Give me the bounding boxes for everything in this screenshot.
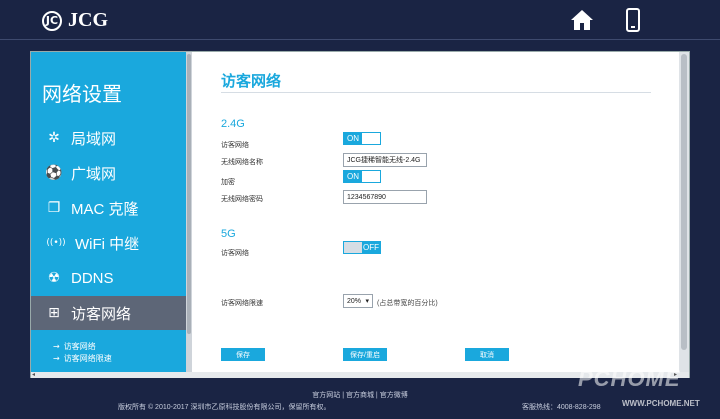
logo-text: JCG	[68, 9, 108, 31]
sidebar: 网络设置 ✲ 局域网 ⚽ 广域网 ❐ MAC 克隆 ((•)) WiFi 中继 …	[31, 52, 186, 372]
mobile-icon[interactable]	[626, 8, 640, 32]
guest-network-label-24: 访客网络	[221, 142, 249, 149]
toggle-knob	[344, 242, 362, 253]
sidebar-item-label: 广域网	[71, 165, 117, 183]
sidebar-item-label: 局域网	[71, 130, 117, 148]
encrypt-label: 加密	[221, 179, 235, 186]
sidebar-item-label: MAC 克隆	[71, 200, 139, 218]
footer-hotline: 客服热线：4008-828-298	[522, 404, 601, 411]
arrow-right-icon: →	[53, 354, 60, 363]
scroll-left-icon[interactable]: ◂	[32, 371, 35, 378]
sidebar-item-wan[interactable]: ⚽ 广域网	[31, 156, 186, 190]
settings-frame: 网络设置 ✲ 局域网 ⚽ 广域网 ❐ MAC 克隆 ((•)) WiFi 中继 …	[30, 51, 690, 378]
sidebar-item-mac-clone[interactable]: ❐ MAC 克隆	[31, 191, 186, 225]
main-scrollbar[interactable]	[679, 52, 689, 372]
main-panel: 访客网络 2.4G 访客网络 ON 无线网络名称 JCG捷稀智能无线-2.4G …	[193, 52, 679, 372]
password-input[interactable]: 1234567890	[343, 190, 427, 204]
section-5g: 5G	[221, 228, 236, 240]
page-title: 访客网络	[221, 73, 282, 90]
speed-limit-hint: (占总带宽的百分比)	[377, 300, 438, 307]
chevron-down-icon: ▾	[365, 298, 369, 305]
mac-clone-icon: ❐	[47, 200, 61, 216]
sidebar-scrollbar[interactable]	[186, 52, 192, 372]
sidebar-item-label: WiFi 中继	[75, 235, 140, 253]
subnav-label: 访客网络限速	[63, 354, 112, 363]
title-divider	[221, 92, 651, 93]
sidebar-item-label: DDNS	[71, 269, 114, 287]
pchome-watermark: PCHOME	[578, 366, 681, 391]
sidebar-title: 网络设置	[42, 84, 122, 106]
section-2-4g: 2.4G	[221, 118, 245, 130]
guest-network-toggle-5g[interactable]: OFF	[343, 241, 381, 254]
pchome-watermark-url: WWW.PCHOME.NET	[622, 399, 700, 408]
speed-limit-label: 访客网络限速	[221, 300, 263, 307]
top-bar: JC JCG	[0, 0, 720, 40]
sidebar-item-guest-network[interactable]: ⊞ 访客网络	[31, 296, 186, 330]
save-restart-button[interactable]: 保存/重启	[343, 348, 387, 361]
scrollbar-thumb[interactable]	[187, 54, 191, 334]
cancel-button[interactable]: 取消	[465, 348, 509, 361]
encrypt-toggle[interactable]: ON	[343, 170, 381, 183]
wifi-relay-icon: ((•))	[46, 238, 66, 248]
sidebar-item-ddns[interactable]: ☢ DDNS	[31, 261, 186, 295]
ssid-label: 无线网络名称	[221, 159, 263, 166]
logo-mark-icon: JC	[42, 10, 62, 31]
home-icon[interactable]	[570, 9, 594, 31]
speed-limit-select[interactable]: 20% ▾	[343, 294, 373, 308]
subnav-guest-speed-limit[interactable]: → 访客网络限速	[53, 353, 112, 364]
speed-limit-value: 20%	[347, 298, 362, 305]
jcg-logo[interactable]: JC JCG	[42, 9, 108, 32]
toggle-on-label: ON	[344, 133, 362, 144]
guest-network-toggle-24[interactable]: ON	[343, 132, 381, 145]
save-button[interactable]: 保存	[221, 348, 265, 361]
toggle-knob	[362, 171, 380, 182]
toggle-knob	[362, 133, 380, 144]
sidebar-item-label: 访客网络	[71, 305, 132, 323]
ssid-input[interactable]: JCG捷稀智能无线-2.4G	[343, 153, 427, 167]
sidebar-item-lan[interactable]: ✲ 局域网	[31, 121, 186, 155]
wan-globe-icon: ⚽	[45, 165, 63, 181]
toggle-off-label: OFF	[362, 242, 380, 253]
subnav-label: 访客网络	[63, 342, 96, 351]
scrollbar-thumb[interactable]	[681, 54, 687, 350]
lan-icon: ✲	[48, 130, 60, 146]
subnav-guest-network[interactable]: → 访客网络	[53, 341, 96, 352]
guest-network-icon: ⊞	[48, 305, 60, 321]
toggle-on-label: ON	[344, 171, 362, 182]
password-label: 无线网络密码	[221, 196, 263, 203]
ddns-icon: ☢	[47, 270, 61, 286]
sidebar-item-wifi-relay[interactable]: ((•)) WiFi 中继	[31, 226, 186, 260]
guest-network-label-5g: 访客网络	[221, 250, 249, 257]
arrow-right-icon: →	[53, 342, 60, 351]
footer-copyright: 版权所有 © 2010-2017 深圳市乙原科技股份有限公司，保留所有权。	[118, 404, 331, 411]
